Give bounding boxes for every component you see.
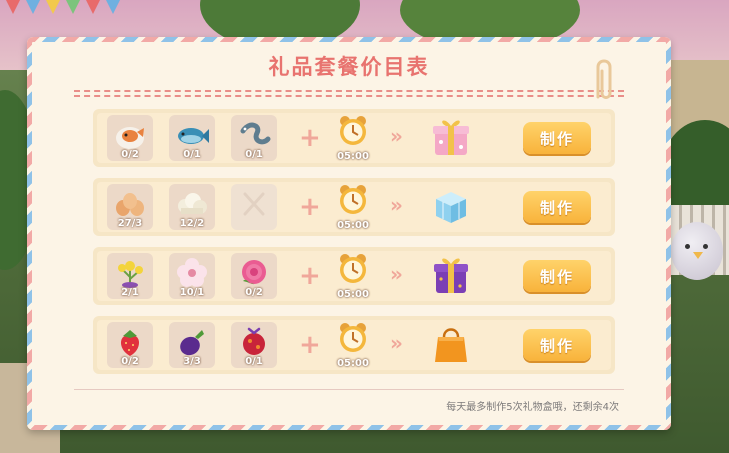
alarm-clock-icon <box>340 323 366 352</box>
background-chick <box>671 222 723 280</box>
alarm-clock-icon <box>340 254 366 283</box>
eel-icon <box>240 122 271 145</box>
purple-gift-box-icon <box>434 258 468 293</box>
plus-icon: + <box>299 261 321 291</box>
double-arrow-icon: » <box>390 124 403 148</box>
bunting-flags <box>0 0 150 20</box>
cotton-icon <box>178 193 207 214</box>
white-flower-icon <box>177 258 207 287</box>
yellow-flower-icon <box>118 261 143 288</box>
ingredient-count: 12/2 <box>179 218 205 229</box>
eggplant-icon <box>180 330 204 356</box>
make-button[interactable]: 制作 <box>523 191 591 223</box>
ingredient-slot[interactable]: 0/1 <box>169 115 215 161</box>
make-button[interactable]: 制作 <box>523 122 591 154</box>
ingredient-count: 0/1 <box>245 149 263 160</box>
plus-icon: + <box>299 192 321 222</box>
ingredient-slot[interactable]: 0/2 <box>107 322 153 368</box>
craft-time: 05:00 <box>337 358 369 369</box>
make-button[interactable]: 制作 <box>523 260 591 292</box>
alarm-clock-icon <box>340 116 366 145</box>
ingredient-slot[interactable]: 3/3 <box>169 322 215 368</box>
recipe-row: 27/3 12/2 + 05:00 » 制作 <box>93 178 615 236</box>
footer-divider <box>74 389 624 390</box>
alarm-clock-icon <box>340 185 366 214</box>
paperclip-icon <box>596 59 612 99</box>
pink-gift-box-icon <box>433 120 469 155</box>
recipe-row: 0/2 3/3 0/1 + 05:00 » 制作 <box>93 316 615 374</box>
ingredient-slot-empty <box>231 184 277 230</box>
panel-title: 礼品套餐价目表 <box>268 55 430 79</box>
daily-limit-note: 每天最多制作5次礼物盒哦，还剩余4次 <box>446 402 619 413</box>
pink-rose-icon <box>242 260 266 285</box>
ingredient-count: 0/2 <box>121 149 139 160</box>
ingredient-slot[interactable]: 0/1 <box>231 115 277 161</box>
fish-bowl-icon <box>116 127 144 149</box>
title-divider <box>74 95 624 97</box>
double-arrow-icon: » <box>390 262 403 286</box>
eggs-icon <box>116 193 144 216</box>
ingredient-count: 2/1 <box>121 287 139 298</box>
craft-timer: 05:00 <box>336 114 370 162</box>
plus-icon: + <box>299 123 321 153</box>
red-berry-icon <box>243 327 265 355</box>
ingredient-slot[interactable]: 0/1 <box>231 322 277 368</box>
ingredient-slot[interactable]: 0/2 <box>231 253 277 299</box>
ingredient-slot[interactable]: 0/2 <box>107 115 153 161</box>
ingredient-slot[interactable]: 27/3 <box>107 184 153 230</box>
title-divider <box>74 90 624 92</box>
ingredient-slot[interactable]: 2/1 <box>107 253 153 299</box>
recipe-row: 2/1 10/1 0/2 + 05:00 » 制作 <box>93 247 615 305</box>
double-arrow-icon: » <box>390 193 403 217</box>
ingredient-count: 0/1 <box>245 356 263 367</box>
craft-timer: 05:00 <box>336 321 370 369</box>
ingredient-slot[interactable]: 12/2 <box>169 184 215 230</box>
orange-gift-bag-icon <box>435 328 467 362</box>
recipe-row: 0/2 0/1 0/1 + 05:00 » 制作 <box>93 109 615 167</box>
ingredient-count: 3/3 <box>183 356 201 367</box>
craft-timer: 05:00 <box>336 183 370 231</box>
strawberry-icon <box>120 330 140 356</box>
craft-timer: 05:00 <box>336 252 370 300</box>
craft-time: 05:00 <box>337 289 369 300</box>
craft-time: 05:00 <box>337 220 369 231</box>
ingredient-count: 0/1 <box>183 149 201 160</box>
blue-fish-icon <box>178 128 209 144</box>
ingredient-count: 0/2 <box>121 356 139 367</box>
make-button[interactable]: 制作 <box>523 329 591 361</box>
empty-slot-icon <box>243 192 265 216</box>
ingredient-count: 27/3 <box>117 218 143 229</box>
craft-time: 05:00 <box>337 151 369 162</box>
gift-package-panel: 礼品套餐价目表 0/2 0/1 0/1 + 05:00 » 制作 27/3 12… <box>27 37 671 430</box>
ingredient-count: 0/2 <box>245 287 263 298</box>
double-arrow-icon: » <box>390 331 403 355</box>
ingredient-slot[interactable]: 10/1 <box>169 253 215 299</box>
plus-icon: + <box>299 330 321 360</box>
ingredient-count: 10/1 <box>179 287 205 298</box>
blue-cube-gift-icon <box>436 192 466 223</box>
